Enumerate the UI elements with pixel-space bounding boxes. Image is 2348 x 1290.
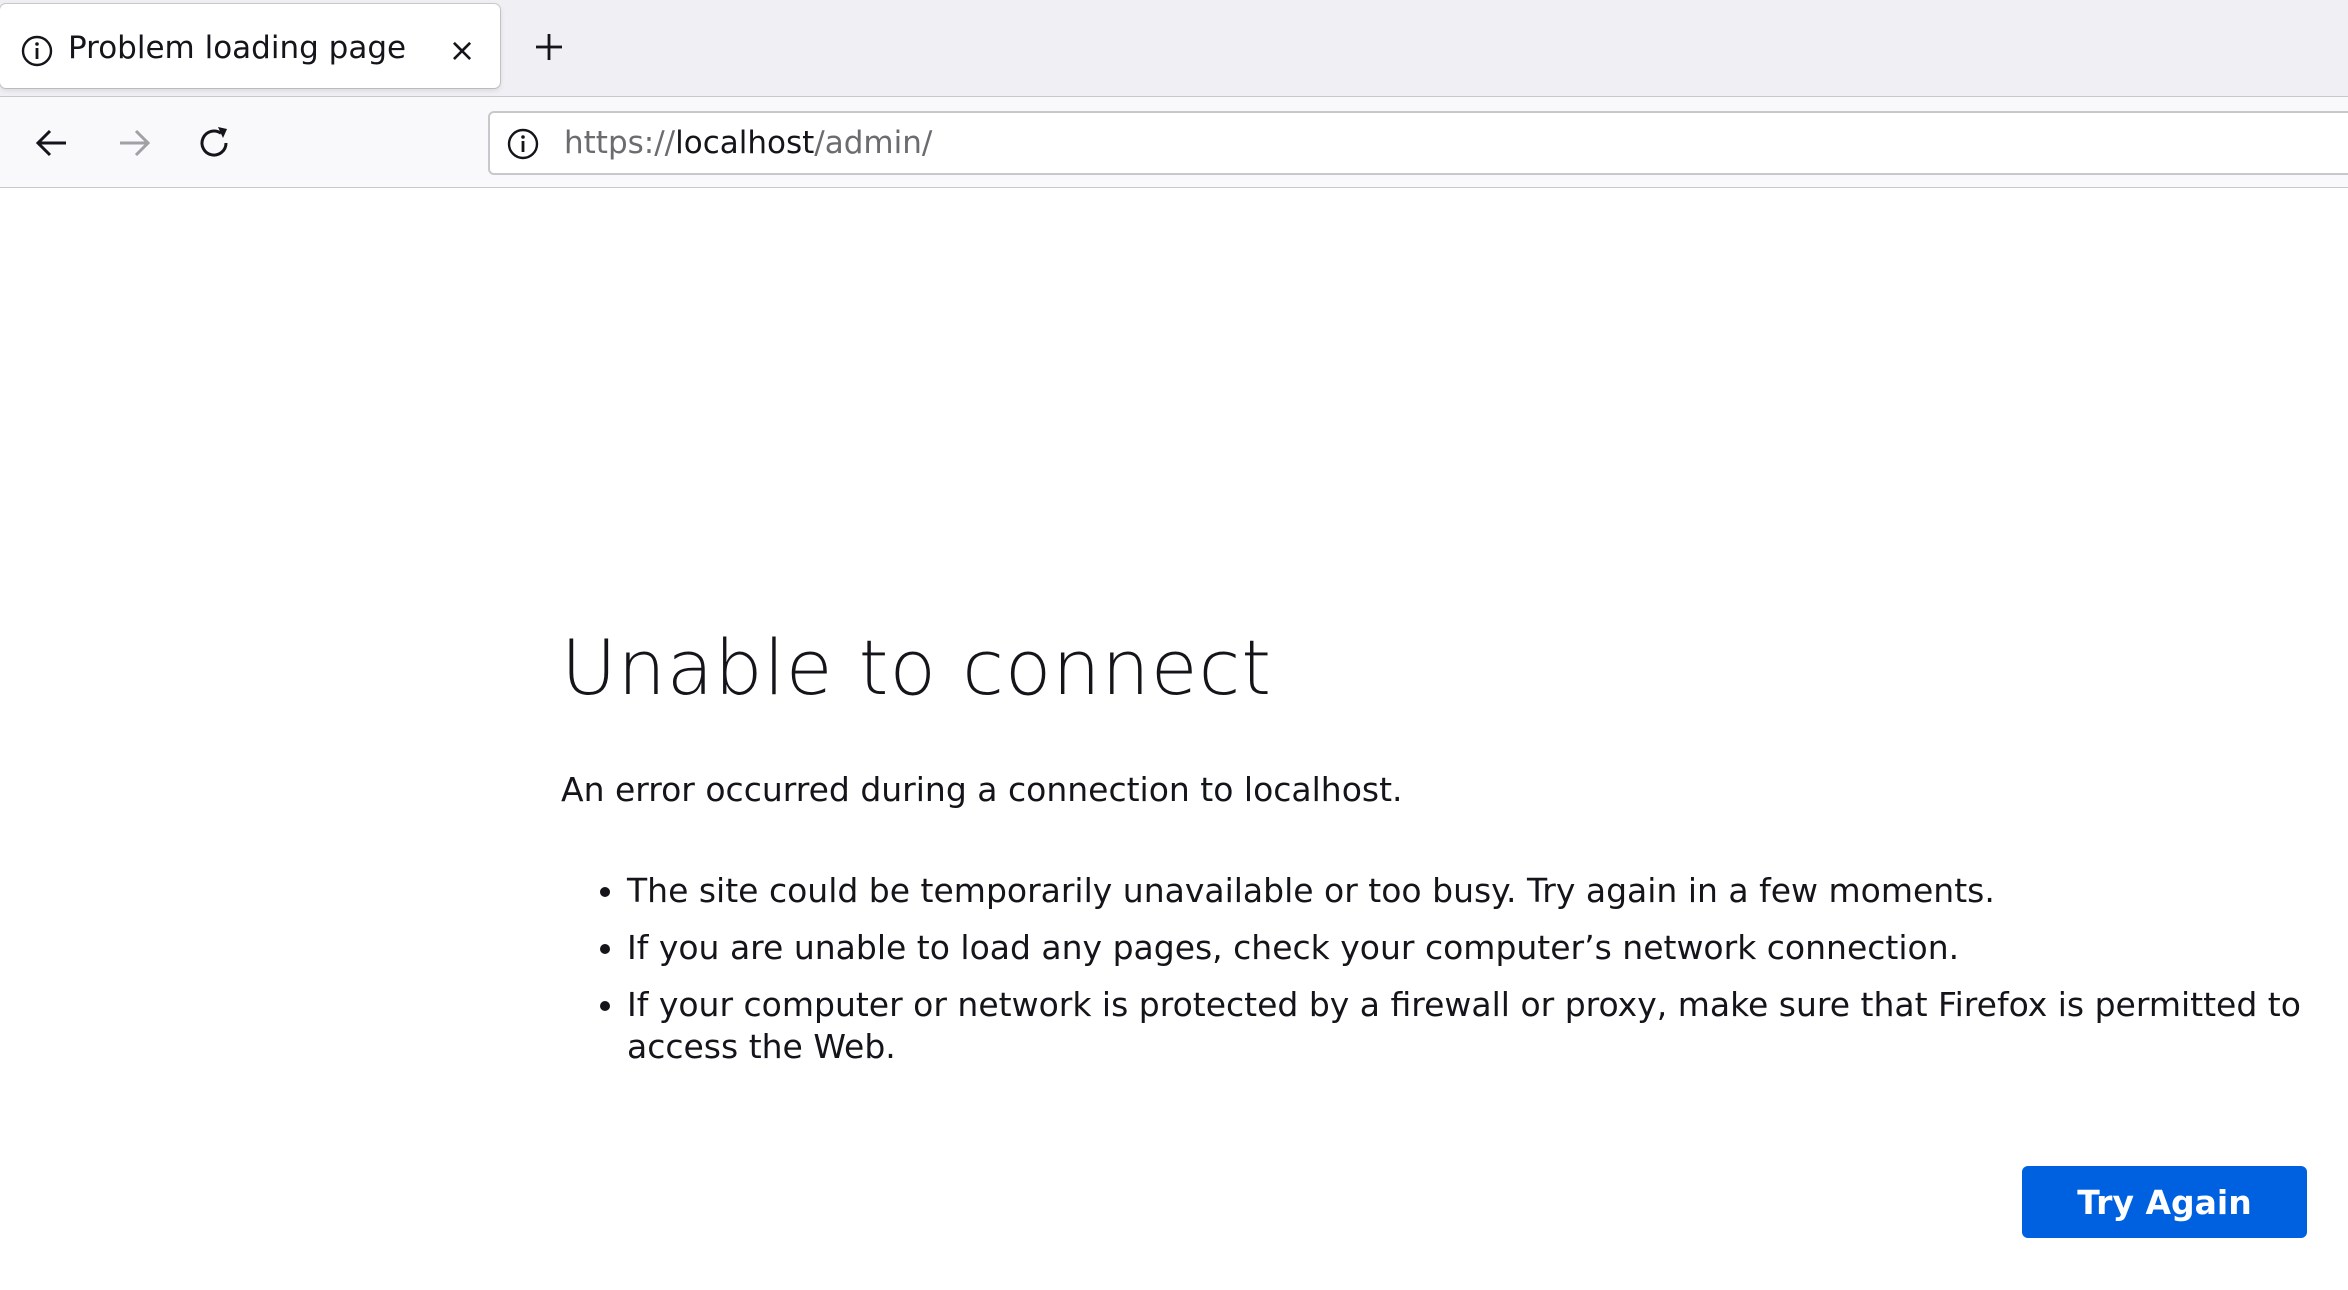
close-icon[interactable]: × — [444, 31, 480, 69]
url-host: localhost — [675, 125, 815, 161]
forward-button[interactable] — [110, 119, 158, 167]
back-button[interactable] — [28, 119, 76, 167]
url-text[interactable]: https://localhost/admin/ — [564, 125, 932, 161]
navigation-toolbar: https://localhost/admin/ — [0, 96, 2348, 188]
list-item: The site could be temporarily unavailabl… — [627, 870, 2321, 912]
reload-icon — [200, 127, 228, 157]
tab-title: Problem loading page — [68, 30, 407, 66]
info-icon[interactable] — [506, 127, 540, 161]
error-description: An error occurred during a connection to… — [561, 770, 1403, 809]
error-title: Unable to connect — [561, 623, 1273, 712]
url-bar[interactable]: https://localhost/admin/ — [488, 111, 2348, 175]
list-item: If you are unable to load any pages, che… — [627, 927, 2321, 969]
tab-problem-loading-page[interactable]: Problem loading page × — [0, 4, 500, 88]
back-arrow-icon — [35, 129, 66, 157]
reload-button[interactable] — [190, 119, 238, 167]
plus-icon — [536, 34, 562, 60]
url-scheme: https:// — [564, 125, 676, 161]
url-path: /admin/ — [814, 125, 933, 161]
forward-arrow-icon — [120, 129, 151, 157]
try-again-button[interactable]: Try Again — [2022, 1166, 2307, 1238]
error-page-content: Unable to connect An error occurred duri… — [561, 620, 2321, 1083]
info-icon — [20, 34, 54, 68]
new-tab-button[interactable] — [524, 22, 574, 72]
list-item: If your computer or network is protected… — [627, 984, 2321, 1068]
tab-strip: Problem loading page × — [0, 0, 2348, 96]
error-suggestions-list: The site could be temporarily unavailabl… — [561, 870, 2321, 1068]
